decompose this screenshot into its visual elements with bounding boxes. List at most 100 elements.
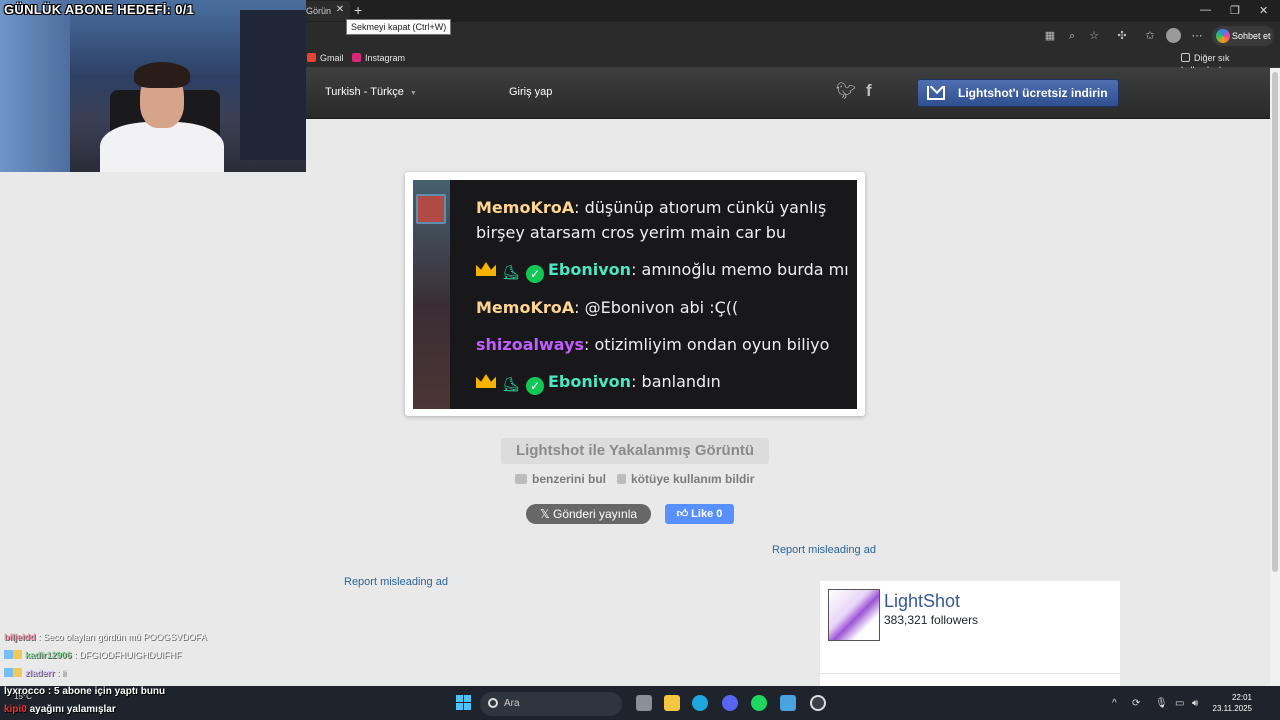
clock-date: 23.11.2025 [1212, 704, 1252, 713]
facebook-icon[interactable]: f [866, 81, 872, 101]
zoom-icon[interactable]: ⌕ [1064, 28, 1080, 44]
tweet-button[interactable]: 𝕏 Gönderi yayınla [526, 504, 651, 524]
page-title: Lightshot ile Yakalanmış Görüntü [501, 438, 769, 464]
app-icon[interactable] [780, 695, 796, 711]
minimize-button[interactable]: — [1200, 4, 1211, 16]
microphone-icon[interactable]: 🎙︎ [1155, 698, 1168, 709]
edge-icon[interactable] [692, 695, 708, 711]
favorites-icon[interactable]: ✩ [1142, 28, 1158, 44]
bookmark-gmail[interactable]: Gmail [307, 52, 344, 64]
clock-time: 22:01 [1231, 693, 1252, 702]
chevron-up-icon[interactable]: ^ [1112, 698, 1117, 709]
crown-badge-icon [476, 374, 496, 388]
webcam-door [240, 10, 306, 160]
chat-message: shizoalways: otizimliyim ondan oyun bili… [476, 335, 829, 354]
chevron-down-icon: ▼ [409, 90, 417, 97]
new-tab-button[interactable]: + [354, 2, 362, 18]
facebook-page-widget: LightShot 383,321 followers [820, 581, 1120, 686]
folder-icon [1181, 53, 1190, 62]
find-similar-link[interactable]: benzerini bul [515, 472, 606, 486]
webcam-shirt [100, 122, 224, 172]
extensions-icon[interactable]: ✣ [1114, 28, 1130, 44]
tab-title: Görün [306, 6, 332, 16]
report-ad-link[interactable]: Report misleading ad [772, 544, 876, 556]
camera-icon [515, 474, 527, 484]
chat-username: MemoKroA [476, 198, 575, 217]
overlay-chat-text: : li [57, 668, 67, 678]
chat-text: otizimliyim ondan oyun biliyo [594, 335, 830, 354]
overlay-chat-username: biljeidd [4, 632, 36, 642]
taskbar-search[interactable]: Ara [480, 692, 622, 716]
chat-username: Ebonivon [548, 260, 632, 279]
discord-icon[interactable] [722, 695, 738, 711]
system-clock[interactable]: 22:01 23.11.2025 [1210, 692, 1252, 714]
volume-icon[interactable]: 🔊︎ [1192, 698, 1198, 709]
start-button[interactable] [456, 695, 471, 710]
sync-icon[interactable]: ⟳ [1132, 698, 1140, 709]
flag-icon [617, 474, 626, 484]
favorite-star-icon[interactable]: ☆ [1086, 28, 1102, 44]
like-count: 0 [716, 508, 723, 520]
overlay-chat-message: kadir12906 : DFGIODFHUIGHDUIFHF [4, 650, 182, 660]
overlay-chat-username: zladerr [25, 668, 55, 678]
chat-message: birşey atarsam cros yerim main car bu [476, 223, 786, 242]
profile-avatar[interactable] [1166, 28, 1181, 43]
badge-icon [4, 650, 22, 659]
download-lightshot-button[interactable]: Lightshot'ı ücretsiz indirin [917, 79, 1119, 107]
chat-username: Ebonivon [548, 372, 632, 391]
boot-badge-icon: ⛸ [502, 265, 520, 281]
gmail-icon [307, 53, 316, 62]
copilot-icon [1216, 29, 1230, 43]
lightshot-logo[interactable] [828, 589, 880, 641]
chat-message: MemoKroA: @Ebonivon abi :Ç(( [476, 298, 738, 317]
facebook-page-name[interactable]: LightShot [884, 591, 960, 612]
overlay-chat-message: biljeidd : Seco olayları gördün mü POOGS… [4, 632, 207, 642]
chat-message: ⛸ ✓ Ebonivon: amınoğlu memo burda mı [476, 260, 849, 283]
chat-username: MemoKroA [476, 298, 575, 317]
chat-message: MemoKroA: düşünüp atıorum cünkü yanlış [476, 198, 826, 217]
spotify-icon[interactable] [751, 695, 767, 711]
screenshot-avatar [416, 194, 446, 224]
maximize-button[interactable]: ❐ [1230, 4, 1240, 17]
verified-badge-icon: ✓ [526, 265, 544, 283]
bookmark-instagram[interactable]: Instagram [352, 52, 405, 64]
copilot-button[interactable]: Sohbet et [1212, 26, 1274, 46]
obs-icon[interactable] [810, 695, 826, 711]
x-logo-icon: 𝕏 [539, 507, 553, 521]
overlay-chat-message: kipi0 ayağını yalamışlar [4, 704, 116, 715]
overlay-chat-text: : DFGIODFHUIGHDUIFHF [74, 650, 182, 660]
subscriber-goal: GÜNLÜK ABONE HEDEFİ: 0/1 [4, 2, 195, 17]
facebook-like-button[interactable]: 👍︎ Like 0 [665, 504, 734, 524]
chat-message: ⛸ ✓ Ebonivon: banlandın [476, 372, 721, 395]
screenshot-image[interactable]: MemoKroA: düşünüp atıorum cünkü yanlış bi… [413, 180, 857, 409]
report-abuse-link[interactable]: kötüye kullanım bildir [617, 472, 754, 486]
login-link[interactable]: Giriş yap [509, 86, 552, 98]
chat-separator: : [584, 335, 595, 354]
task-view-icon[interactable] [636, 695, 652, 711]
file-explorer-icon[interactable] [664, 695, 680, 711]
copilot-label: Sohbet et [1232, 31, 1271, 41]
verified-badge-icon: ✓ [526, 377, 544, 395]
scrollbar[interactable] [1270, 68, 1280, 686]
chat-text: birşey atarsam cros yerim main car bu [476, 223, 787, 242]
network-icon[interactable]: ▭ [1175, 698, 1184, 709]
more-menu-icon[interactable]: ⋯ [1189, 28, 1205, 44]
chat-separator: : [574, 298, 585, 317]
split-screen-icon[interactable]: ▦ [1042, 28, 1058, 44]
facebook-followers: 383,321 followers [884, 613, 979, 627]
language-selector[interactable]: Turkish - Türkçe ▼ [325, 86, 417, 98]
chat-text: banlandın [641, 372, 721, 391]
download-icon [927, 86, 945, 100]
webcam-overlay: GÜNLÜK ABONE HEDEFİ: 0/1 [0, 0, 306, 172]
close-window-button[interactable]: ✕ [1259, 4, 1268, 17]
report-ad-link[interactable]: Report misleading ad [344, 576, 448, 588]
overlay-chat-text: : Seco olayları gördün mü POOGSVDOFA [38, 632, 207, 642]
webcam-wall [0, 0, 70, 172]
tab-close-icon[interactable]: ✕ [334, 4, 346, 16]
scrollbar-thumb[interactable] [1272, 72, 1278, 572]
search-icon [488, 698, 498, 708]
chat-separator: : [631, 260, 642, 279]
divider [820, 673, 1120, 674]
instagram-icon [352, 53, 361, 62]
twitter-icon[interactable]: 🐦︎ [836, 81, 856, 101]
